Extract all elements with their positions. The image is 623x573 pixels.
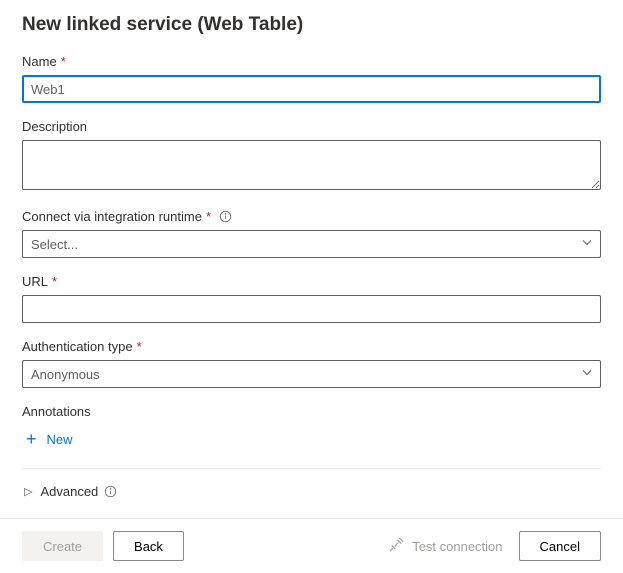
runtime-field: Connect via integration runtime * Select… — [22, 209, 601, 258]
advanced-expander[interactable]: ▷ Advanced — [24, 484, 117, 499]
cancel-button[interactable]: Cancel — [519, 531, 601, 561]
runtime-label: Connect via integration runtime * — [22, 209, 601, 224]
info-icon[interactable] — [104, 485, 117, 498]
test-connection-button: Test connection — [389, 537, 502, 555]
name-input[interactable] — [22, 75, 601, 103]
chevron-right-icon: ▷ — [24, 485, 32, 498]
description-label: Description — [22, 119, 601, 134]
auth-type-select[interactable]: Anonymous — [22, 360, 601, 388]
annotations-field: Annotations + New — [22, 404, 601, 450]
annotations-label: Annotations — [22, 404, 601, 419]
divider — [22, 468, 601, 469]
auth-type-field: Authentication type * Anonymous — [22, 339, 601, 388]
create-button: Create — [22, 531, 103, 561]
plug-icon — [389, 537, 404, 555]
description-input[interactable] — [22, 140, 601, 190]
required-asterisk: * — [52, 274, 57, 289]
required-asterisk: * — [61, 54, 66, 69]
url-field: URL * — [22, 274, 601, 323]
name-field: Name * — [22, 54, 601, 103]
required-asterisk: * — [206, 209, 211, 224]
back-button[interactable]: Back — [113, 531, 184, 561]
plus-icon: + — [26, 429, 37, 450]
url-label: URL * — [22, 274, 601, 289]
footer: Create Back Test connection Cancel — [0, 518, 623, 573]
url-input[interactable] — [22, 295, 601, 323]
name-label: Name * — [22, 54, 601, 69]
description-field: Description — [22, 119, 601, 193]
required-asterisk: * — [137, 339, 142, 354]
info-icon[interactable] — [219, 210, 232, 223]
page-title: New linked service (Web Table) — [22, 14, 601, 36]
runtime-select[interactable]: Select... — [22, 230, 601, 258]
auth-type-label: Authentication type * — [22, 339, 601, 354]
add-annotation-button[interactable]: + New — [26, 429, 73, 450]
